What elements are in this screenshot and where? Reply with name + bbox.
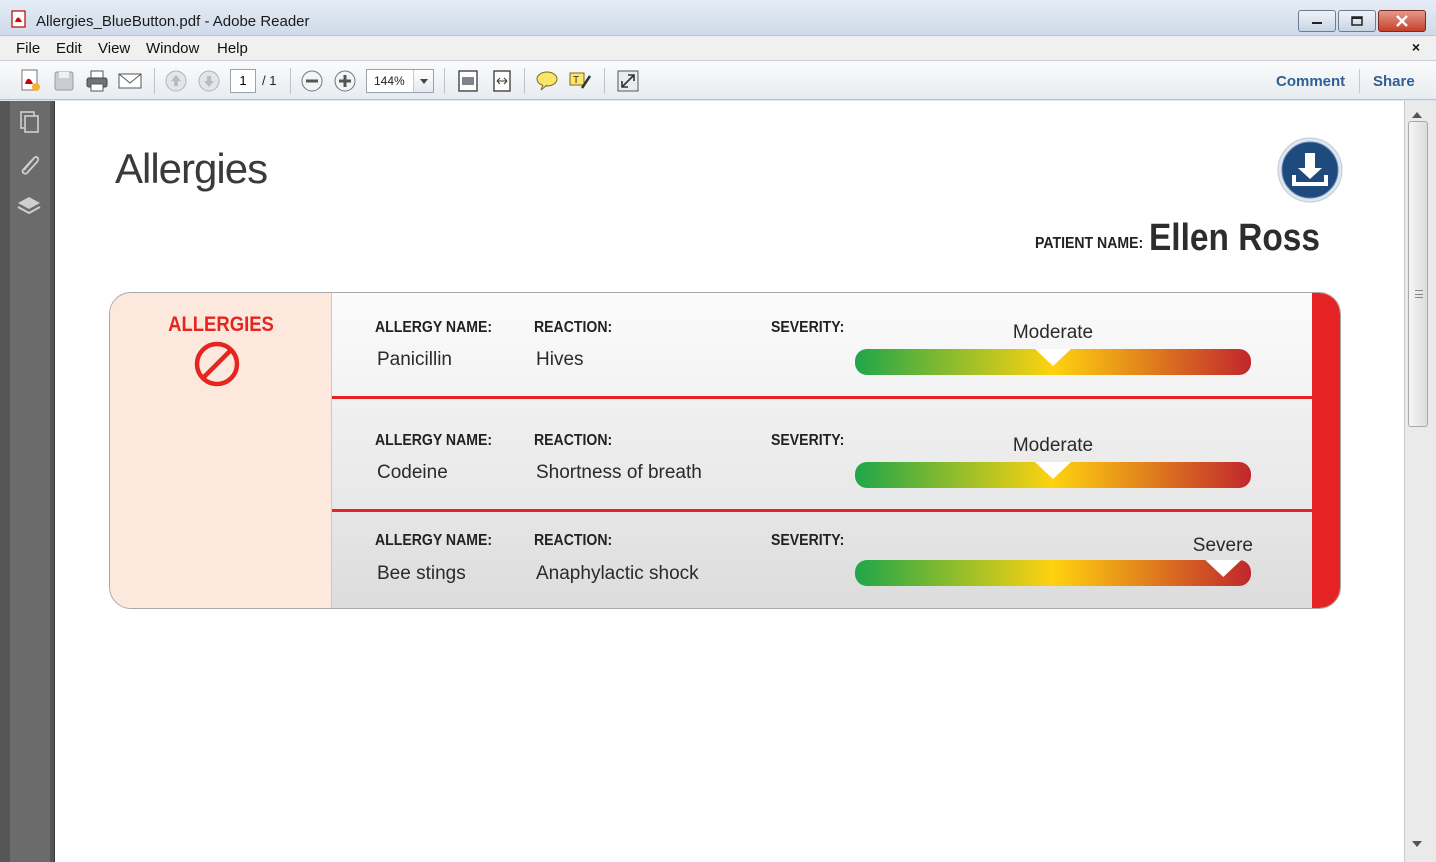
allergy-row: ALLERGY NAME: Panicillin REACTION: Hives… bbox=[332, 293, 1314, 396]
reaction-value: Shortness of breath bbox=[536, 462, 702, 483]
fit-page-icon[interactable] bbox=[455, 68, 481, 94]
allergies-section-label: ALLERGIES bbox=[168, 313, 274, 336]
allergy-name-label: ALLERGY NAME: bbox=[375, 532, 493, 549]
allergy-row: ALLERGY NAME: Codeine REACTION: Shortnes… bbox=[332, 399, 1314, 509]
window-title: Allergies_BlueButton.pdf - Adobe Reader bbox=[36, 13, 310, 30]
restore-icon bbox=[1351, 16, 1363, 26]
reaction-value: Hives bbox=[536, 349, 584, 370]
toolbar-separator bbox=[154, 68, 155, 94]
save-icon[interactable] bbox=[51, 68, 77, 94]
toolbar-separator bbox=[604, 68, 605, 94]
card-accent-bar bbox=[1312, 293, 1340, 608]
severity-label: SEVERITY: bbox=[771, 319, 845, 336]
svg-text:T: T bbox=[573, 75, 579, 86]
create-pdf-icon[interactable] bbox=[17, 68, 43, 94]
allergy-name-value: Bee stings bbox=[377, 563, 466, 584]
severity-meter bbox=[855, 349, 1251, 375]
page-thumbnails-icon[interactable] bbox=[16, 109, 42, 135]
allergy-name-value: Codeine bbox=[377, 462, 448, 483]
toolbar: 1 / 1 144% T Comment Share bbox=[0, 60, 1436, 100]
chevron-down-icon[interactable] bbox=[413, 70, 433, 92]
page-total: / 1 bbox=[262, 73, 277, 88]
menu-view[interactable]: View bbox=[98, 40, 130, 57]
menu-bar: File Edit View Window Help × bbox=[0, 36, 1436, 60]
share-button[interactable]: Share bbox=[1373, 73, 1415, 90]
severity-gradient bbox=[855, 560, 1251, 586]
menu-edit[interactable]: Edit bbox=[56, 40, 82, 57]
toolbar-separator bbox=[524, 68, 525, 94]
reaction-label: REACTION: bbox=[534, 532, 613, 549]
document-page: Allergies PATIENT NAME: Ellen Ross ALLER… bbox=[54, 101, 1404, 862]
severity-value: Moderate bbox=[1012, 435, 1094, 456]
allergies-card: ALLERGIES ALLERGY NAME: Panicillin REACT… bbox=[109, 292, 1341, 609]
navigation-pane bbox=[0, 101, 54, 862]
email-icon[interactable] bbox=[117, 68, 143, 94]
severity-meter bbox=[855, 560, 1251, 586]
toolbar-separator bbox=[444, 68, 445, 94]
scroll-thumb[interactable] bbox=[1408, 121, 1428, 427]
layers-icon[interactable] bbox=[16, 193, 42, 219]
allergy-name-value: Panicillin bbox=[377, 349, 452, 370]
menu-window[interactable]: Window bbox=[146, 40, 199, 57]
comment-button[interactable]: Comment bbox=[1276, 73, 1345, 90]
close-document-button[interactable]: × bbox=[1412, 39, 1420, 55]
highlight-text-icon[interactable]: T bbox=[567, 68, 593, 94]
zoom-level-select[interactable]: 144% bbox=[366, 69, 434, 93]
menu-file[interactable]: File bbox=[16, 40, 40, 57]
minimize-button[interactable] bbox=[1298, 10, 1336, 32]
page-number-input[interactable]: 1 bbox=[230, 69, 256, 93]
close-window-button[interactable] bbox=[1378, 10, 1426, 32]
sticky-note-icon[interactable] bbox=[534, 68, 560, 94]
scroll-up-icon[interactable] bbox=[1412, 107, 1422, 118]
toolbar-separator bbox=[290, 68, 291, 94]
next-page-icon[interactable] bbox=[196, 68, 222, 94]
print-icon[interactable] bbox=[84, 68, 110, 94]
zoom-out-icon[interactable] bbox=[299, 68, 325, 94]
severity-label: SEVERITY: bbox=[771, 532, 845, 549]
attachments-icon[interactable] bbox=[16, 150, 42, 176]
toolbar-separator bbox=[1359, 69, 1360, 93]
title-bar: Allergies_BlueButton.pdf - Adobe Reader bbox=[0, 0, 1436, 36]
patient-name: Ellen Ross bbox=[1149, 217, 1320, 259]
severity-label: SEVERITY: bbox=[771, 432, 845, 449]
reaction-value: Anaphylactic shock bbox=[536, 563, 699, 584]
close-icon bbox=[1396, 15, 1408, 27]
reaction-label: REACTION: bbox=[534, 432, 613, 449]
maximize-button[interactable] bbox=[1338, 10, 1376, 32]
prohibited-icon bbox=[194, 341, 240, 387]
allergy-name-label: ALLERGY NAME: bbox=[375, 319, 493, 336]
severity-meter bbox=[855, 462, 1251, 488]
allergy-name-label: ALLERGY NAME: bbox=[375, 432, 493, 449]
patient-name-label: PATIENT NAME: bbox=[1035, 235, 1144, 252]
grip-icon bbox=[1415, 290, 1423, 298]
severity-value: Severe bbox=[1192, 535, 1253, 556]
severity-value: Moderate bbox=[1012, 322, 1094, 343]
scroll-down-icon[interactable] bbox=[1412, 841, 1422, 852]
zoom-in-icon[interactable] bbox=[332, 68, 358, 94]
zoom-level-value: 144% bbox=[374, 74, 405, 88]
previous-page-icon[interactable] bbox=[163, 68, 189, 94]
allergies-section-header: ALLERGIES bbox=[110, 293, 332, 608]
vertical-scrollbar[interactable] bbox=[1404, 101, 1436, 862]
download-icon[interactable] bbox=[1277, 137, 1343, 203]
minimize-icon bbox=[1312, 22, 1322, 24]
full-screen-icon[interactable] bbox=[615, 68, 641, 94]
pdf-file-icon bbox=[11, 10, 26, 28]
allergy-row: ALLERGY NAME: Bee stings REACTION: Anaph… bbox=[332, 512, 1314, 608]
fit-width-icon[interactable] bbox=[489, 68, 515, 94]
reaction-label: REACTION: bbox=[534, 319, 613, 336]
page-title: Allergies bbox=[115, 145, 268, 192]
menu-help[interactable]: Help bbox=[217, 40, 248, 57]
